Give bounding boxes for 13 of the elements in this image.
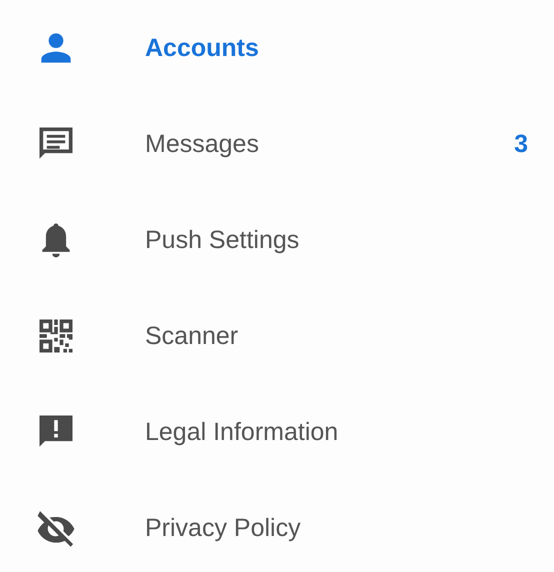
menu-item-label: Legal Information	[145, 418, 340, 446]
menu-item[interactable]: Accounts	[0, 0, 554, 96]
menu-item[interactable]: Push Settings	[0, 192, 554, 288]
menu-item[interactable]: Legal Information	[0, 384, 554, 480]
menu-item[interactable]: Privacy Policy	[0, 480, 554, 572]
menu-item[interactable]: Scanner	[0, 288, 554, 384]
menu-item-label: Scanner	[145, 322, 240, 350]
menu-item-label: Accounts	[145, 34, 260, 62]
menu-item[interactable]: Messages 3	[0, 96, 554, 192]
menu-item-label: Messages	[145, 130, 260, 158]
menu-item-label: Push Settings	[145, 226, 300, 254]
unread-count: 3	[514, 130, 528, 158]
menu-item-label: Privacy Policy	[145, 514, 302, 542]
